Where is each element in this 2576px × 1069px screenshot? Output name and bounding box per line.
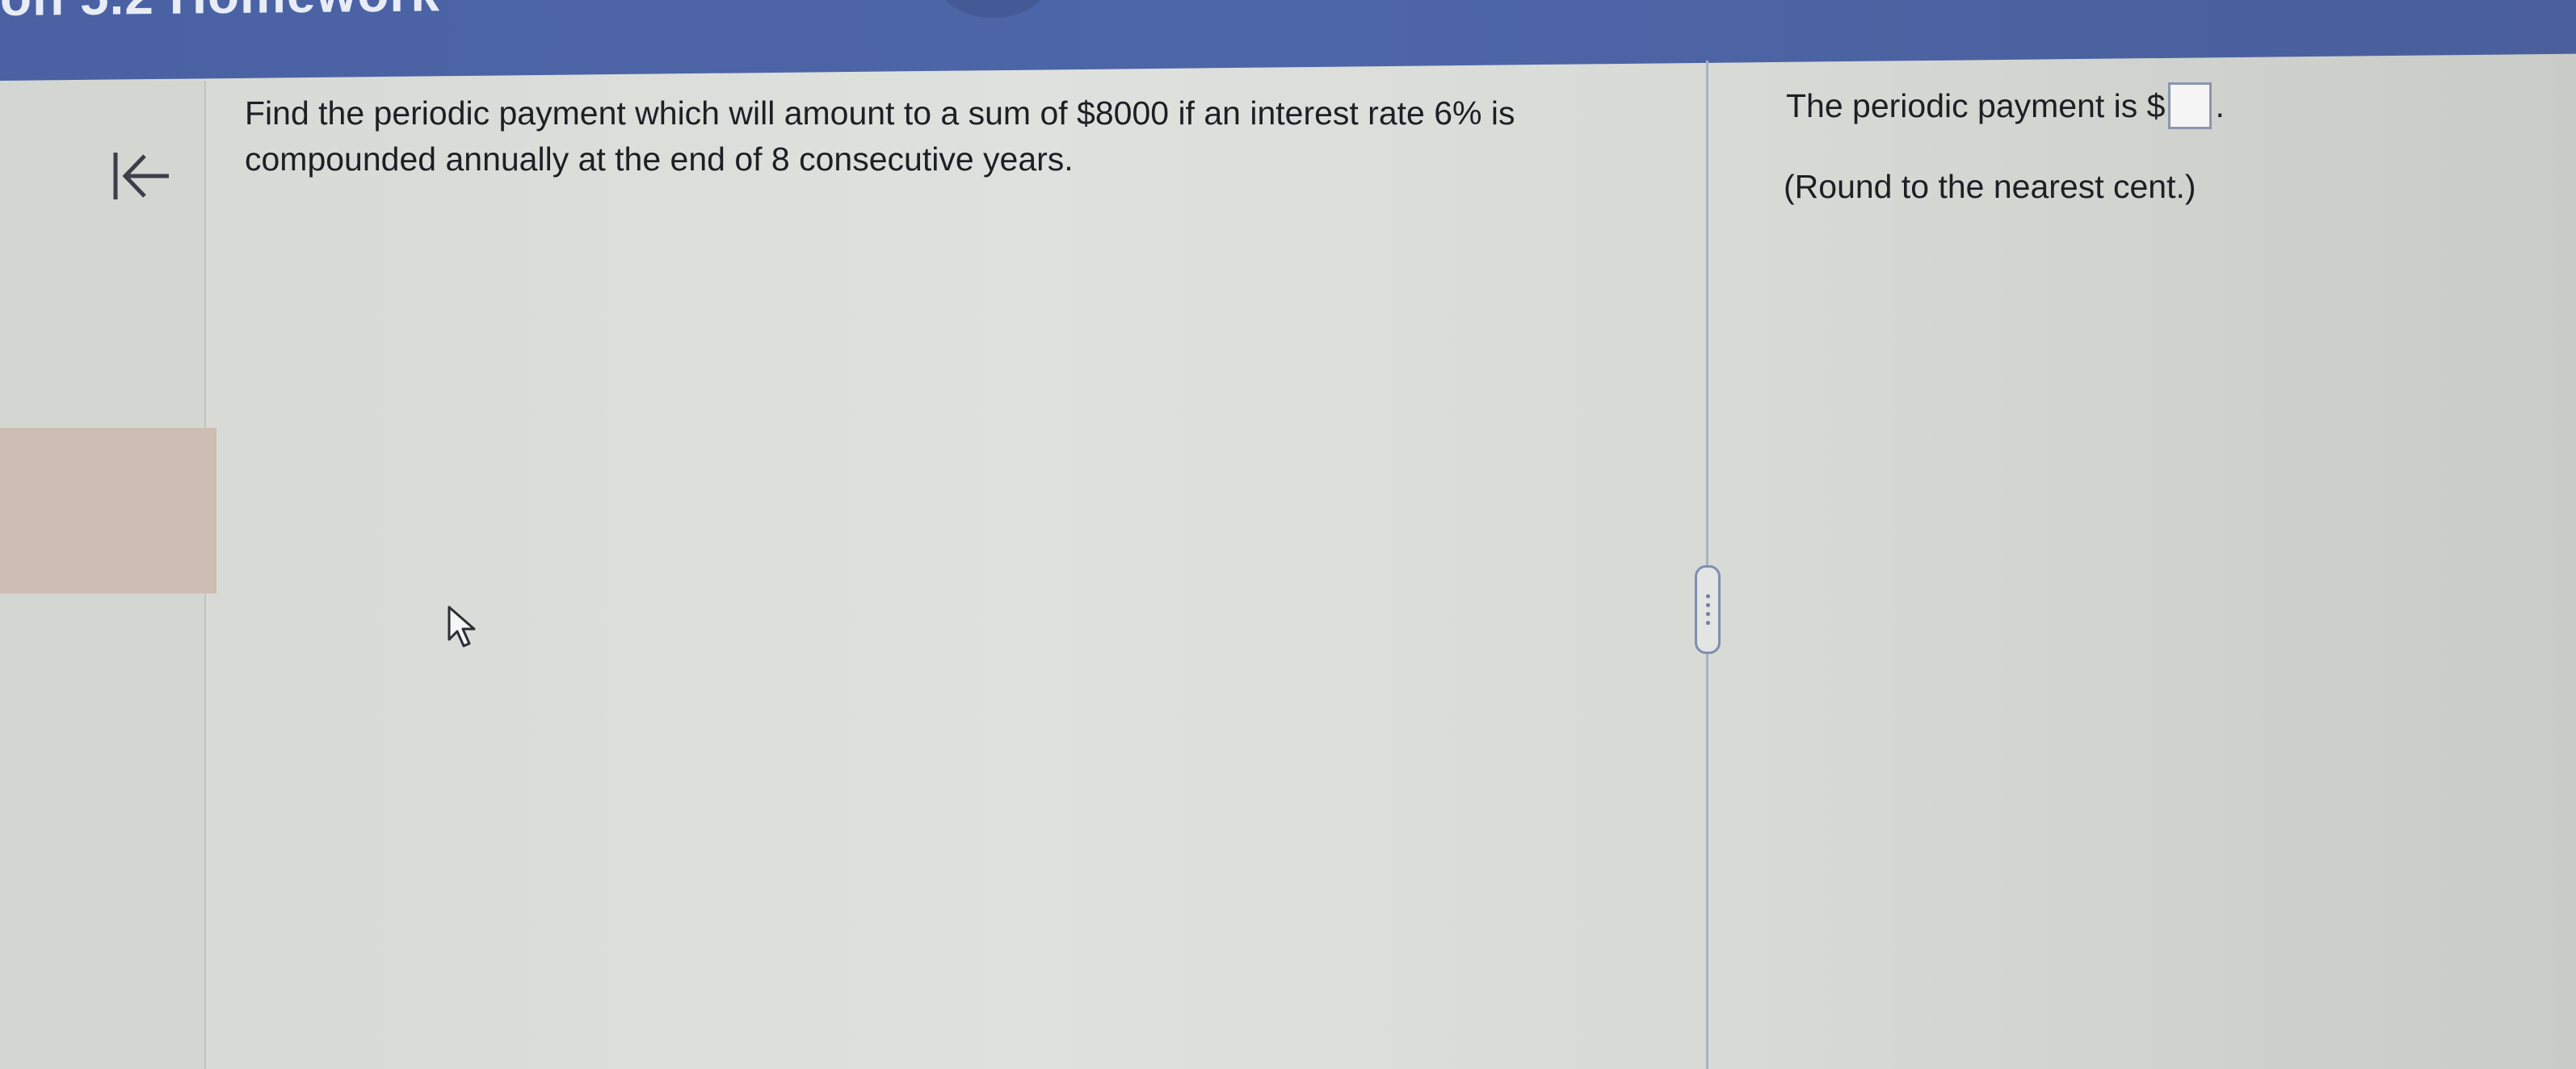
question-line-2: compounded annually at the end of 8 cons… xyxy=(245,140,1074,178)
pane-resize-handle[interactable] xyxy=(1695,565,1721,654)
answer-pane: The periodic payment is $ . (Round to th… xyxy=(1777,73,2569,1069)
handle-dot xyxy=(1705,621,1710,625)
title-bar-decoration xyxy=(937,0,1050,19)
mouse-pointer-icon xyxy=(448,606,476,648)
answer-prefix: The periodic payment is $ xyxy=(1786,86,2166,124)
question-line-1: Find the periodic payment which will amo… xyxy=(245,94,1515,132)
rounding-note: (Round to the nearest cent.) xyxy=(1784,168,2196,205)
handle-dot xyxy=(1705,594,1710,598)
question-text: Find the periodic payment which will amo… xyxy=(245,90,1618,183)
handle-dot xyxy=(1705,603,1710,607)
handle-dot xyxy=(1705,612,1710,616)
sidebar-highlight xyxy=(0,428,216,593)
question-pane: Find the periodic payment which will amo… xyxy=(208,73,1707,1069)
homework-page: on 5.2 Homework Find the periodic paymen… xyxy=(0,0,2576,1069)
answer-input[interactable] xyxy=(2168,82,2213,129)
answer-suffix: . xyxy=(2215,86,2225,124)
collapse-button[interactable] xyxy=(105,144,178,208)
title-bar: on 5.2 Homework xyxy=(0,0,2576,81)
collapse-left-icon xyxy=(113,153,169,199)
page-title: on 5.2 Homework xyxy=(0,0,440,27)
answer-statement: The periodic payment is $ . xyxy=(1786,82,2225,129)
